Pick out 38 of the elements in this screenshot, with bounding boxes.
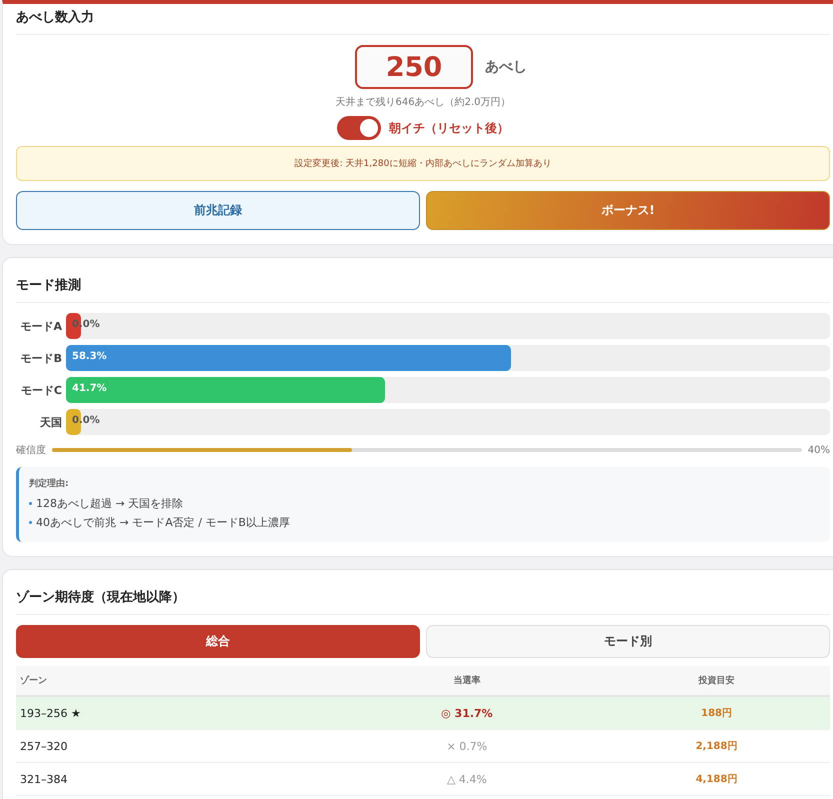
confidence-value: 40% (808, 444, 830, 456)
tab[interactable]: 総合 (16, 625, 420, 658)
reason-text: 128あべし超過 → 天国を排除 (36, 496, 184, 511)
table-cell: 193–256 ★ (16, 696, 331, 730)
toggle-switch[interactable] (337, 116, 381, 140)
mode-label: モードA (19, 318, 62, 334)
percent-label: 41.7% (72, 383, 107, 394)
confidence-label: 確信度 (16, 444, 46, 457)
reasons-title: 判定理由: (29, 477, 70, 490)
remaining-text: 天井まで残り646あべし（約2.0万円） (334, 96, 512, 109)
table-cell: 188円 (603, 696, 830, 730)
mode-label: モードC (20, 382, 62, 398)
percent-label: 58.3% (72, 351, 107, 362)
tab[interactable]: モード別 (426, 625, 830, 658)
reason-text: 40あべしで前兆 → モードA否定 / モードB以上濃厚 (36, 515, 290, 530)
mode-label: モードB (20, 350, 62, 366)
notice-banner: 設定変更後: 天井1,280に短縮・内部あべしにランダム加算あり (16, 146, 830, 181)
table-cell: 2,188円 (603, 730, 830, 762)
column-header: 当選率 (330, 666, 604, 696)
table-cell: 4,188円 (603, 762, 830, 796)
column-header: ゾーン (16, 666, 331, 696)
toggle-label: 朝イチ（リセット後） (389, 120, 509, 136)
bullet-icon (29, 521, 32, 524)
table-cell: △ 4.4% (330, 762, 604, 796)
bullet-icon (29, 502, 32, 505)
table-cell: 257–320 (16, 730, 331, 762)
mode-label: 天国 (39, 414, 62, 430)
table-cell: 321–384 (16, 762, 331, 796)
card-title: あべし数入力 (16, 6, 830, 35)
record-button[interactable]: 前兆記録 (16, 191, 420, 230)
card-title: ゾーン期待度（現在地以降） (16, 574, 830, 615)
table-cell: ◎ 31.7% (330, 696, 604, 730)
table-cell: × 0.7% (330, 730, 604, 762)
column-header: 投資目安 (603, 666, 830, 696)
bonus-button[interactable]: ボーナス! (426, 191, 830, 230)
abeshi-input-field[interactable]: 250 (355, 45, 473, 89)
card-title: モード推測 (16, 262, 830, 303)
unit-label: あべし (485, 58, 527, 76)
